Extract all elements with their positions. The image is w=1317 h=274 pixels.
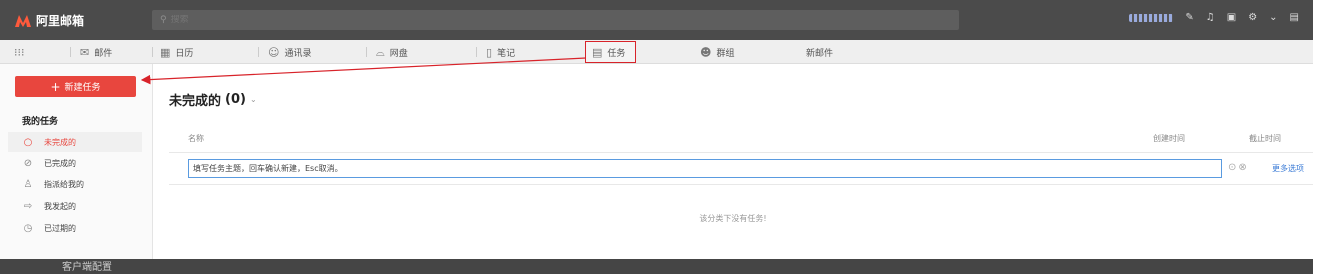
task-main-panel: 未完成的 (0) ⌄ 名称 创建时间 截止时间 ⊙ ⊗ 更多选项 该分类下没有任… (153, 64, 1313, 259)
empty-state-message: 该分类下没有任务! (699, 214, 767, 223)
top-toolbar: ✎ ♫ ▣ ⚙ ⌄ ▤ (1129, 12, 1299, 23)
title-count: (0) (225, 92, 246, 107)
logo-text: 阿里邮箱 (36, 14, 85, 28)
apps-grid-icon[interactable]: ⁝⁝⁝ (14, 44, 25, 61)
sidebar-item-label: 我发起的 (44, 201, 76, 211)
nav-item-drive[interactable]: ⌓ 网盘 (376, 44, 408, 61)
wrench-icon[interactable]: ✎ (1185, 12, 1193, 23)
nav-item-label: 笔记 (497, 49, 516, 59)
mail-icon: ✉ (80, 46, 90, 59)
user-avatar[interactable] (1129, 13, 1174, 22)
cancel-icon[interactable]: ⊗ (1238, 162, 1246, 173)
message-icon[interactable]: ▤ (1290, 12, 1299, 23)
sidebar-item-incomplete[interactable]: ○ 未完成的 (8, 132, 142, 152)
divider (169, 184, 1313, 185)
user-icon: ♙ (23, 178, 33, 190)
nav-divider (258, 47, 259, 57)
top-bar: 阿里邮箱 ⚲ ✎ ♫ ▣ ⚙ ⌄ ▤ (0, 0, 1313, 40)
nav-item-mail[interactable]: ✉ 邮件 (80, 44, 112, 61)
notes-icon: ▯ (486, 46, 493, 59)
clipboard-icon: ▤ (592, 45, 603, 59)
nav-divider (476, 47, 477, 57)
background-strip (0, 259, 1313, 274)
nav-item-contacts[interactable]: ☺ 通讯录 (268, 44, 311, 61)
nav-item-label: 日历 (175, 49, 194, 59)
sidebar-item-expired[interactable]: ◷ 已过期的 (8, 218, 142, 238)
new-task-button[interactable]: + 新建任务 (15, 76, 136, 97)
nav-divider (366, 47, 367, 57)
nav-item-new-mail[interactable]: 新邮件 (806, 44, 833, 61)
new-task-input[interactable] (188, 159, 1222, 178)
bell-icon[interactable]: ♫ (1206, 12, 1215, 23)
section-title: 我的任务 (22, 117, 59, 127)
chevron-down-icon[interactable]: ⌄ (1269, 12, 1277, 23)
plus-icon: + (50, 79, 61, 94)
group-icon: ☻ (700, 46, 712, 59)
search-icon: ⚲ (160, 15, 167, 25)
sidebar-item-assigned[interactable]: ♙ 指派给我的 (8, 174, 142, 194)
contacts-icon: ☺ (268, 46, 280, 59)
nav-item-label: 新邮件 (806, 49, 834, 59)
nav-item-label: 通讯录 (284, 49, 312, 59)
nav-item-label: 任务 (607, 48, 626, 59)
confirm-icon[interactable]: ⊙ (1228, 162, 1236, 173)
arrow-icon: ⇨ (23, 200, 33, 212)
sidebar-item-initiated[interactable]: ⇨ 我发起的 (8, 196, 142, 216)
nav-divider (70, 47, 71, 57)
logo[interactable]: 阿里邮箱 (14, 12, 84, 29)
clock-icon: ◷ (23, 222, 33, 234)
nav-item-groups[interactable]: ☻ 群组 (700, 44, 734, 61)
page-title[interactable]: 未完成的 (0) ⌄ (169, 90, 257, 109)
nav-item-notes[interactable]: ▯ 笔记 (486, 44, 515, 61)
sidebar-item-label: 已过期的 (44, 223, 76, 233)
divider (169, 152, 1313, 153)
new-task-label: 新建任务 (64, 83, 101, 93)
circle-icon: ○ (23, 136, 33, 148)
sidebar-item-completed[interactable]: ⊘ 已完成的 (8, 153, 142, 173)
gear-icon[interactable]: ⚙ (1248, 12, 1257, 23)
more-options-link[interactable]: 更多选项 (1272, 163, 1304, 174)
nav-item-tasks[interactable]: ▤ 任务 (585, 41, 637, 63)
column-header-created[interactable]: 创建时间 (1153, 133, 1185, 153)
drive-icon: ⌓ (376, 45, 385, 59)
search-input[interactable] (170, 15, 371, 25)
search-box[interactable]: ⚲ (152, 10, 959, 30)
title-text: 未完成的 (169, 94, 222, 109)
footer-text: 客户端配置 (62, 262, 112, 273)
sidebar-item-label: 已完成的 (44, 158, 76, 168)
right-gutter (1313, 0, 1317, 274)
input-actions: ⊙ ⊗ (1228, 162, 1247, 173)
chevron-down-icon: ⌄ (249, 95, 257, 104)
sidebar-item-label: 指派给我的 (44, 179, 84, 189)
check-circle-icon: ⊘ (23, 157, 33, 169)
calendar-icon: ▦ (160, 46, 171, 59)
nav-divider (152, 47, 153, 57)
nav-item-label: 网盘 (389, 49, 408, 59)
column-header-name[interactable]: 名称 (188, 133, 204, 153)
nav-item-label: 邮件 (94, 49, 113, 59)
nav-item-calendar[interactable]: ▦ 日历 (160, 44, 193, 61)
column-header-deadline[interactable]: 截止时间 (1249, 133, 1281, 153)
module-nav: ⁝⁝⁝ ✉ 邮件 ▦ 日历 ☺ 通讯录 ⌓ 网盘 ▯ 笔记 ▤ 任务 ☻ 群组 新邮件 (0, 40, 1313, 64)
nav-item-label: 群组 (716, 49, 735, 59)
task-sidebar: + 新建任务 我的任务 ○ 未完成的 ⊘ 已完成的 ♙ 指派给我的 ⇨ 我发起的… (0, 64, 153, 259)
logo-icon (14, 14, 32, 28)
window-icon[interactable]: ▣ (1227, 12, 1236, 23)
sidebar-item-label: 未完成的 (44, 137, 76, 147)
